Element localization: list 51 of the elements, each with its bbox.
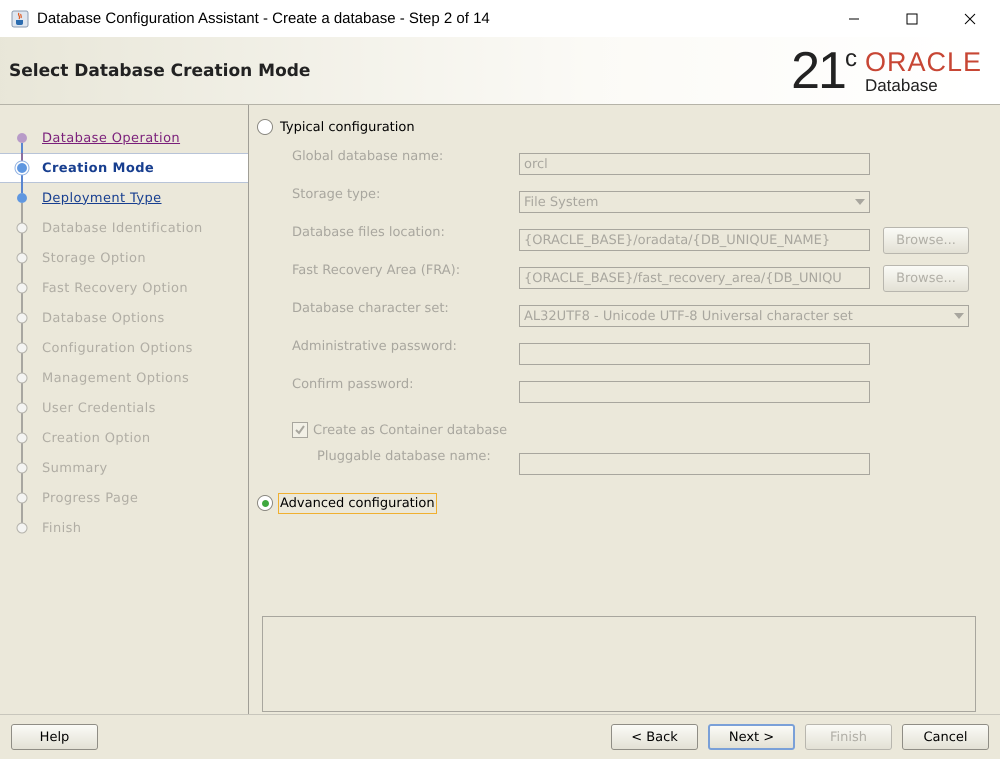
input-field[interactable] (519, 343, 870, 365)
caret-icon (954, 313, 964, 319)
wizard-button[interactable]: < Back (611, 724, 698, 750)
step-item[interactable]: Finish (0, 513, 248, 543)
step-item[interactable]: Summary (0, 453, 248, 483)
wizard-button[interactable]: Next > (708, 724, 795, 750)
step-item[interactable]: Configuration Options (0, 333, 248, 363)
step-item[interactable]: User Credentials (0, 393, 248, 423)
page-heading: Select Database Creation Mode (9, 60, 310, 80)
logo-version: 21 (791, 44, 845, 96)
step-item[interactable]: Management Options (0, 363, 248, 393)
field-label: Database files location: (292, 224, 446, 240)
step-item[interactable]: Creation Option (0, 423, 248, 453)
field-label: Confirm password: (292, 376, 414, 392)
dropdown[interactable]: File System (519, 191, 870, 213)
wizard-button[interactable]: Help (11, 724, 98, 750)
step-item[interactable]: Progress Page (0, 483, 248, 513)
field-label: Fast Recovery Area (FRA): (292, 262, 462, 278)
radio-label[interactable]: Advanced configuration (278, 492, 437, 514)
maximize-icon[interactable] (906, 12, 918, 24)
field-label: Global database name: (292, 148, 444, 164)
logo-brand: ORACLE (864, 48, 982, 76)
checkbox-label[interactable]: Create as Container database (313, 422, 508, 438)
close-icon[interactable] (964, 12, 976, 24)
logo-superscript: c (844, 46, 857, 70)
radio-button[interactable] (257, 119, 273, 135)
step-item[interactable]: Database Identification (0, 213, 248, 243)
caret-icon (855, 199, 865, 205)
radio-button[interactable] (257, 495, 273, 511)
input-field[interactable]: orcl (519, 153, 870, 175)
input-field[interactable]: {ORACLE_BASE}/fast_recovery_area/{DB_UNIQU (519, 267, 870, 289)
input-field[interactable] (519, 381, 870, 403)
window-title: Database Configuration Assistant - Create a database - Step 2 of 14 (37, 10, 490, 27)
step-item[interactable]: Fast Recovery Option (0, 273, 248, 303)
field-label: Administrative password: (292, 338, 458, 354)
field-label: Database character set: (292, 300, 450, 316)
input-field[interactable] (519, 453, 870, 475)
step-item[interactable]: Creation Mode (0, 153, 248, 183)
step-item[interactable]: Storage Option (0, 243, 248, 273)
step-item[interactable]: Database Options (0, 303, 248, 333)
radio-label[interactable]: Typical configuration (278, 116, 417, 138)
checkbox[interactable] (292, 422, 308, 438)
step-item[interactable]: Deployment Type (0, 183, 248, 213)
dropdown[interactable]: AL32UTF8 - Unicode UTF-8 Universal character set (519, 305, 969, 327)
logo-product: Database (864, 76, 939, 96)
java-cup-icon (11, 10, 29, 28)
wizard-button[interactable]: Cancel (902, 724, 989, 750)
field-label: Storage type: (292, 186, 382, 202)
step-item[interactable]: Database Operation (0, 123, 248, 153)
input-field[interactable]: {ORACLE_BASE}/oradata/{DB_UNIQUE_NAME} (519, 229, 870, 251)
field-label: Pluggable database name: (317, 448, 492, 464)
